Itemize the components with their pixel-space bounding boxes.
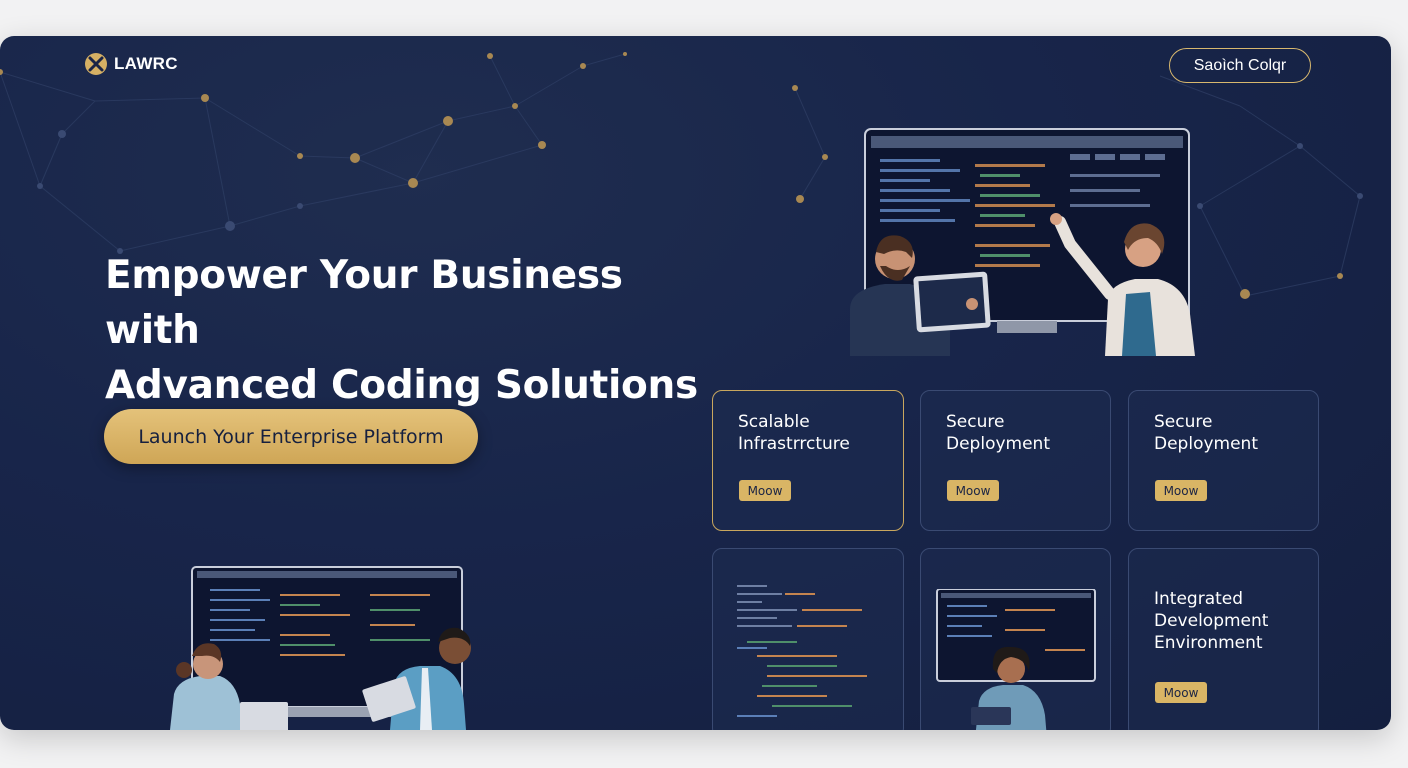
code-preview-card[interactable] xyxy=(712,548,904,730)
hero-title-line-2: Advanced Coding Solutions xyxy=(105,363,698,408)
card-more-button[interactable]: Moow xyxy=(1155,480,1207,501)
card-more-button[interactable]: Moow xyxy=(1155,682,1207,703)
hero-title-line-1: Empower Your Business with xyxy=(105,253,623,353)
card-title: Secure Deployment xyxy=(946,412,1050,454)
card-title: Scalable Infrastrrcture xyxy=(738,412,850,454)
launch-platform-button[interactable]: Launch Your Enterprise Platform xyxy=(104,409,478,464)
brand-name: LAWRC xyxy=(114,54,178,73)
search-button[interactable]: Saoìch Colqr xyxy=(1169,48,1311,83)
brand-logo[interactable]: LAWRC xyxy=(84,52,178,76)
developer-illustration-card[interactable] xyxy=(920,548,1111,730)
feature-card-secure-deployment-2[interactable]: Secure Deployment Moow xyxy=(1128,390,1319,531)
card-title: Integrated Development Environment xyxy=(1154,589,1269,653)
feature-card-secure-deployment[interactable]: Secure Deployment Moow xyxy=(920,390,1111,531)
developer-illustration xyxy=(936,589,1096,730)
logo-icon xyxy=(85,53,107,75)
code-snippet-illustration xyxy=(737,585,867,717)
landing-page: LAWRC Saoìch Colqr Empower Your Business… xyxy=(0,36,1391,730)
hero-title: Empower Your Business with Advanced Codi… xyxy=(105,248,725,413)
presentation-illustration xyxy=(850,128,1195,356)
feature-card-scalable-infrastructure[interactable]: Scalable Infrastrrcture Moow xyxy=(712,390,904,531)
card-more-button[interactable]: Moow xyxy=(739,480,791,501)
feature-card-integrated-development-environment[interactable]: Integrated Development Environment Moow xyxy=(1128,548,1319,730)
card-more-button[interactable]: Moow xyxy=(947,480,999,501)
team-coding-illustration xyxy=(170,566,471,730)
card-title: Secure Deployment xyxy=(1154,412,1258,454)
